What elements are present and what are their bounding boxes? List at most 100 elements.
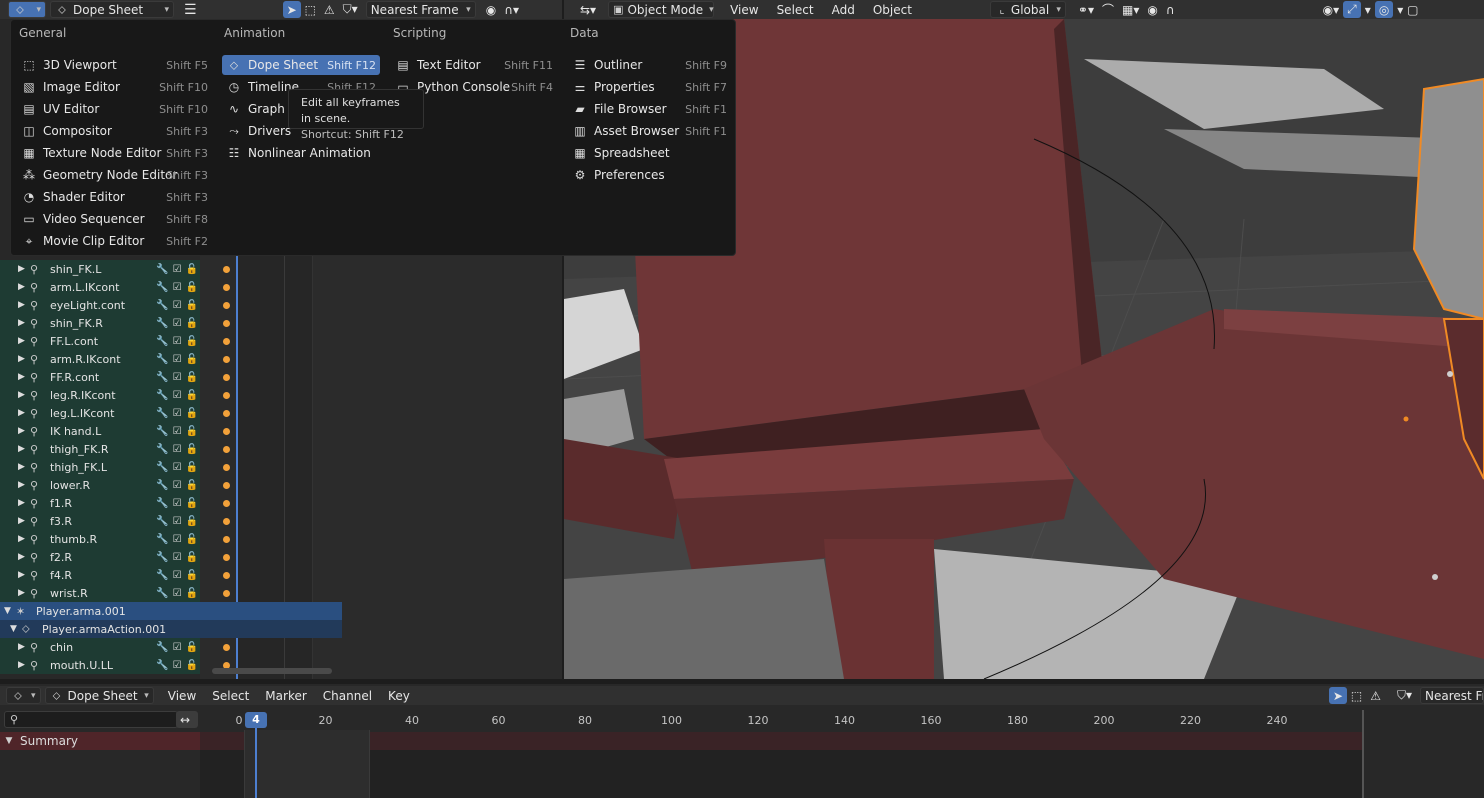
modifier-wrench-icon[interactable]: 🔧 (156, 300, 168, 311)
snap-icon[interactable]: ⌒ (1098, 1, 1118, 18)
warning-icon[interactable]: ⚠ (320, 1, 339, 18)
checkbox-icon[interactable]: ☑ (173, 534, 182, 545)
channel-row[interactable]: ▶ ⚲ thigh_FK.L 🔧 ☑ 🔓 (0, 458, 200, 476)
collapse-triangle-icon[interactable]: ▶ (18, 426, 30, 436)
filter-icon[interactable]: ⛉▾ (339, 1, 362, 18)
expand-triangle-icon[interactable]: ▼ (2, 734, 16, 748)
menu-item-properties[interactable]: ⚌ Properties Shift F7 (568, 77, 731, 97)
keyframe-dot[interactable] (223, 356, 230, 363)
keyframe-dot[interactable] (223, 590, 230, 597)
orientation-dropdown[interactable]: ⌞ Global ▾ (989, 1, 1066, 18)
bottom-select-tool-icon[interactable]: ➤ (1328, 687, 1347, 704)
channel-row[interactable]: ▶ ⚲ FF.R.cont 🔧 ☑ 🔓 (0, 368, 200, 386)
checkbox-icon[interactable]: ☑ (173, 336, 182, 347)
bottom-editor-type-dropdown[interactable]: ⬦ Dope Sheet ▾ (44, 687, 154, 704)
modifier-wrench-icon[interactable]: 🔧 (156, 264, 168, 275)
channel-row[interactable]: ▶ ⚲ f4.R 🔧 ☑ 🔓 (0, 566, 200, 584)
menu-item-text-editor[interactable]: ▤ Text Editor Shift F11 (391, 55, 557, 75)
snap-target-icon[interactable]: ▦▾ (1118, 1, 1143, 18)
lock-icon[interactable]: 🔓 (186, 570, 198, 581)
lock-icon[interactable]: 🔓 (186, 336, 198, 347)
modifier-wrench-icon[interactable]: 🔧 (156, 336, 168, 347)
collapse-triangle-icon[interactable]: ▶ (18, 462, 30, 472)
modifier-wrench-icon[interactable]: 🔧 (156, 480, 168, 491)
expand-triangle-icon[interactable]: ▼ (4, 606, 16, 616)
collapse-triangle-icon[interactable]: ▶ (18, 444, 30, 454)
keyframe-dot[interactable] (223, 518, 230, 525)
lock-icon[interactable]: 🔓 (186, 426, 198, 437)
lock-icon[interactable]: 🔓 (186, 408, 198, 419)
keyframe-dot[interactable] (223, 500, 230, 507)
menu-item-asset-browser[interactable]: ▥ Asset Browser Shift F1 (568, 121, 731, 141)
select-menu[interactable]: Select (773, 1, 818, 18)
collapse-triangle-icon[interactable]: ▶ (18, 480, 30, 490)
modifier-wrench-icon[interactable]: 🔧 (156, 318, 168, 329)
collapse-triangle-icon[interactable]: ▶ (18, 264, 30, 274)
channel-search-field[interactable]: ⚲ (4, 711, 178, 728)
bottom-warning-icon[interactable]: ⚠ (1366, 687, 1385, 704)
modifier-wrench-icon[interactable]: 🔧 (156, 516, 168, 527)
collapse-triangle-icon[interactable]: ▶ (18, 642, 30, 652)
collapse-triangle-icon[interactable]: ▶ (18, 318, 30, 328)
add-menu[interactable]: Add (828, 1, 859, 18)
viewport-editor-type-button[interactable]: ⇆▾ (576, 1, 600, 18)
keyframe-dot[interactable] (223, 446, 230, 453)
modifier-wrench-icon[interactable]: 🔧 (156, 444, 168, 455)
view-menu[interactable]: View (726, 1, 762, 18)
checkbox-icon[interactable]: ☑ (173, 480, 182, 491)
modifier-wrench-icon[interactable]: 🔧 (156, 570, 168, 581)
collapse-triangle-icon[interactable]: ▶ (18, 552, 30, 562)
collapse-triangle-icon[interactable]: ▶ (18, 372, 30, 382)
channel-row[interactable]: ▶ ⚲ mouth.U.LL 🔧 ☑ 🔓 (0, 656, 200, 674)
action-row[interactable]: ▼ ⬦ Player.armaAction.001 (0, 620, 342, 638)
checkbox-icon[interactable]: ☑ (173, 462, 182, 473)
checkbox-icon[interactable]: ☑ (173, 426, 182, 437)
expand-triangle-icon[interactable]: ▼ (10, 624, 22, 634)
object-menu[interactable]: Object (869, 1, 916, 18)
menu-item-geometry-node-editor[interactable]: ⁂ Geometry Node Editor Shift F3 (17, 165, 212, 185)
keyframe-dot[interactable] (223, 644, 230, 651)
modifier-wrench-icon[interactable]: 🔧 (156, 426, 168, 437)
checkbox-icon[interactable]: ☑ (173, 354, 182, 365)
hamburger-menu-icon[interactable]: ☰ (180, 1, 201, 18)
modifier-wrench-icon[interactable]: 🔧 (156, 552, 168, 563)
modifier-wrench-icon[interactable]: 🔧 (156, 282, 168, 293)
modifier-wrench-icon[interactable]: 🔧 (156, 588, 168, 599)
bottom-snapping-dropdown[interactable]: Nearest Fram (1420, 687, 1484, 704)
checkbox-icon[interactable]: ☑ (173, 318, 182, 329)
keyframe-dot[interactable] (223, 554, 230, 561)
bottom-filter-icon[interactable]: ⛉▾ (1393, 687, 1416, 704)
editor-type-button[interactable]: ⬦ ▾ (8, 1, 46, 18)
checkbox-icon[interactable]: ☑ (173, 552, 182, 563)
keyframe-dot[interactable] (223, 464, 230, 471)
bottom-editor-type-button[interactable]: ⬦ ▾ (6, 687, 41, 704)
keyframe-dot[interactable] (223, 338, 230, 345)
checkbox-icon[interactable]: ☑ (173, 588, 182, 599)
lock-icon[interactable]: 🔓 (186, 552, 198, 563)
proportional-edit-icon[interactable]: ◉ (1143, 1, 1161, 18)
channel-row[interactable]: ▶ ⚲ thumb.R 🔧 ☑ 🔓 (0, 530, 200, 548)
checkbox-icon[interactable]: ☑ (173, 498, 182, 509)
collapse-triangle-icon[interactable]: ▶ (18, 660, 30, 670)
channel-row[interactable]: ▶ ⚲ leg.R.IKcont 🔧 ☑ 🔓 (0, 386, 200, 404)
summary-row[interactable]: ▼ Summary (0, 732, 200, 750)
modifier-wrench-icon[interactable]: 🔧 (156, 390, 168, 401)
menu-item-texture-node-editor[interactable]: ▦ Texture Node Editor Shift F3 (17, 143, 212, 163)
lock-icon[interactable]: 🔓 (186, 534, 198, 545)
channel-row[interactable]: ▶ ⚲ leg.L.IKcont 🔧 ☑ 🔓 (0, 404, 200, 422)
checkbox-icon[interactable]: ☑ (173, 444, 182, 455)
lock-icon[interactable]: 🔓 (186, 354, 198, 365)
gizmo-icon[interactable]: ⤢ (1343, 1, 1361, 18)
lock-icon[interactable]: 🔓 (186, 498, 198, 509)
bottom-marker-menu[interactable]: Marker (261, 687, 310, 704)
lock-icon[interactable]: 🔓 (186, 660, 198, 671)
lock-icon[interactable]: 🔓 (186, 588, 198, 599)
menu-item-nonlinear-animation[interactable]: ☷ Nonlinear Animation (222, 143, 380, 163)
keyframe-dot[interactable] (223, 392, 230, 399)
lock-icon[interactable]: 🔓 (186, 300, 198, 311)
swap-arrows-icon[interactable]: ↔ (176, 711, 198, 728)
channel-row[interactable]: ▶ ⚲ f1.R 🔧 ☑ 🔓 (0, 494, 200, 512)
menu-item-dope-sheet[interactable]: ⬦ Dope Sheet Shift F12 (222, 55, 380, 75)
menu-item-compositor[interactable]: ◫ Compositor Shift F3 (17, 121, 212, 141)
checkbox-icon[interactable]: ☑ (173, 372, 182, 383)
